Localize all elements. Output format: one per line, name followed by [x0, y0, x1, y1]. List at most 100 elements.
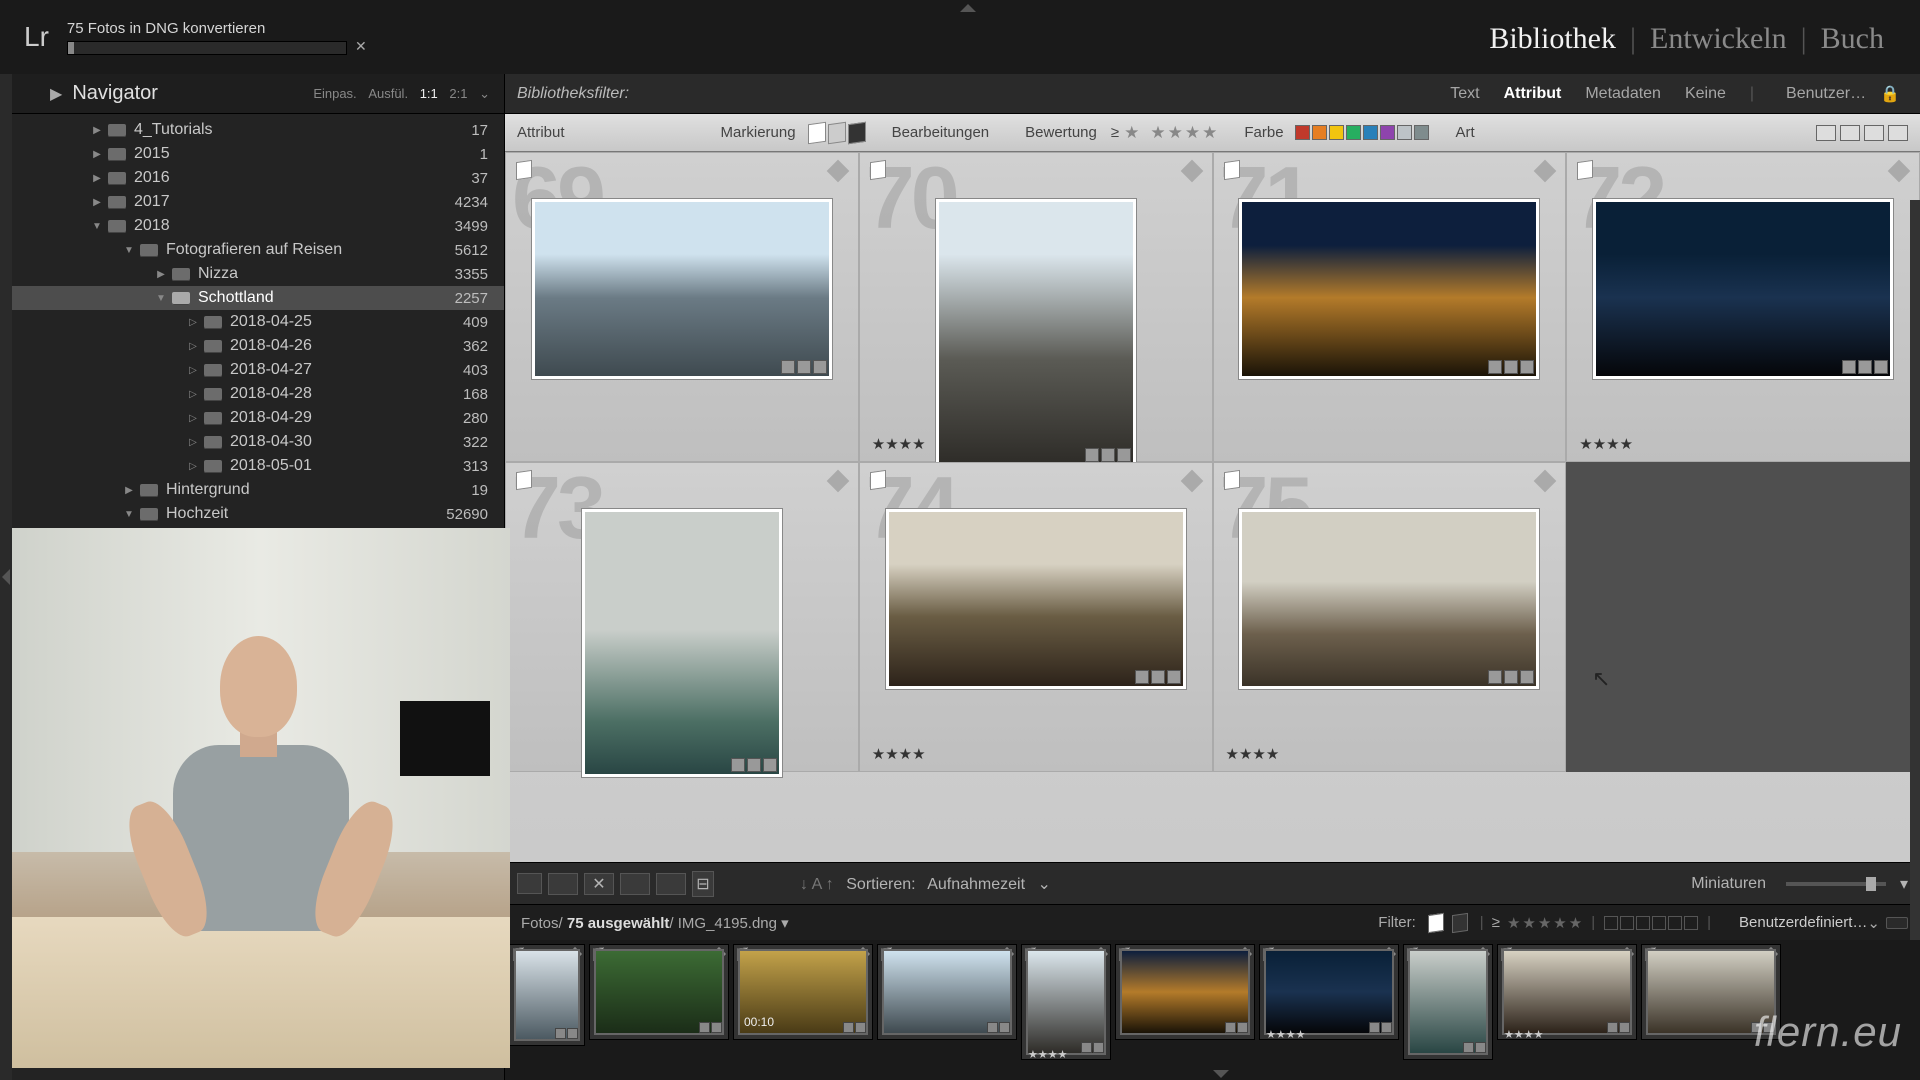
flag-icon[interactable]: [516, 470, 532, 490]
disclosure-icon[interactable]: ▶: [90, 125, 104, 136]
filmstrip-thumb[interactable]: [877, 944, 1017, 1040]
status-reject-icon[interactable]: [1452, 912, 1468, 932]
module-book[interactable]: Buch: [1807, 22, 1898, 56]
filmstrip-thumb[interactable]: 00:10: [733, 944, 873, 1040]
badge-icon[interactable]: [1504, 670, 1518, 684]
badge-icon[interactable]: [797, 360, 811, 374]
flag-icon[interactable]: [870, 160, 886, 180]
badge-icon[interactable]: [731, 758, 745, 772]
folder-2018-04-30[interactable]: ▷ 2018-04-30 322: [0, 430, 504, 454]
folder-hochzeit[interactable]: ▼ Hochzeit 52690: [0, 502, 504, 526]
panel-collapse-bottom-icon[interactable]: [1213, 1070, 1229, 1078]
folder-2015[interactable]: ▶ 2015 1: [0, 142, 504, 166]
diamond-icon[interactable]: [1180, 470, 1203, 493]
view-compare-icon[interactable]: ✕: [584, 873, 614, 895]
folder-2016[interactable]: ▶ 2016 37: [0, 166, 504, 190]
import-cancel-icon[interactable]: ✕: [355, 38, 369, 55]
view-grid-icon[interactable]: [517, 873, 542, 894]
filter-tab-none[interactable]: Keine: [1685, 85, 1726, 103]
mode-btn-4[interactable]: [1888, 125, 1908, 141]
thumbs-size-slider[interactable]: [1786, 882, 1886, 886]
thumbnail-grid[interactable]: 69 70 ★★★★71 72 ★★★★73 74: [505, 152, 1920, 862]
folder-2017[interactable]: ▶ 2017 4234: [0, 190, 504, 214]
color-chip[interactable]: [1295, 125, 1310, 140]
toolbar-chevron-icon[interactable]: ▾: [1900, 874, 1908, 894]
sort-chevron-icon[interactable]: ⌄: [1037, 876, 1050, 893]
mode-btn-3[interactable]: [1864, 125, 1884, 141]
status-path[interactable]: Fotos/ 75 ausgewählt/ IMG_4195.dng ▾: [521, 914, 789, 932]
filter-tab-metadata[interactable]: Metadaten: [1585, 85, 1661, 103]
badge-icon[interactable]: [813, 360, 827, 374]
diamond-icon[interactable]: [1534, 160, 1557, 183]
badge-icon[interactable]: [1520, 670, 1534, 684]
status-flag-icon[interactable]: [1428, 912, 1444, 932]
color-chip[interactable]: [1414, 125, 1429, 140]
badge-icon[interactable]: [1488, 670, 1502, 684]
thumbnail[interactable]: [936, 199, 1136, 467]
rating-star[interactable]: ★: [1185, 123, 1200, 143]
flag-icon[interactable]: [1224, 470, 1240, 490]
badge-icon[interactable]: [1842, 360, 1856, 374]
thumbnail[interactable]: [582, 509, 782, 777]
filmstrip-thumb[interactable]: [509, 944, 585, 1046]
module-develop[interactable]: Entwickeln: [1636, 22, 1801, 56]
disclosure-icon[interactable]: ▷: [186, 317, 200, 328]
filter-tab-text[interactable]: Text: [1450, 85, 1479, 103]
thumbnail[interactable]: [1408, 949, 1488, 1055]
folder-2018[interactable]: ▼ 2018 3499: [0, 214, 504, 238]
badge-icon[interactable]: [1101, 448, 1115, 462]
color-chip[interactable]: [1397, 125, 1412, 140]
folder-hintergrund[interactable]: ▶ Hintergrund 19: [0, 478, 504, 502]
disclosure-icon[interactable]: ▼: [122, 509, 136, 520]
disclosure-icon[interactable]: ▼: [90, 221, 104, 232]
diamond-icon[interactable]: [1534, 470, 1557, 493]
diamond-icon[interactable]: [1180, 160, 1203, 183]
sort-value[interactable]: Aufnahmezeit: [927, 876, 1025, 893]
filter-tab-attribute[interactable]: Attribut: [1504, 85, 1562, 103]
grid-cell-73[interactable]: 73: [505, 462, 859, 772]
flag-icon[interactable]: [1577, 160, 1593, 180]
filmstrip-thumb[interactable]: [589, 944, 729, 1040]
disclosure-icon[interactable]: ▷: [186, 341, 200, 352]
cell-rating[interactable]: ★★★★: [1226, 745, 1280, 763]
grid-cell-70[interactable]: 70 ★★★★: [859, 152, 1213, 462]
color-chip[interactable]: [1329, 125, 1344, 140]
grid-cell-69[interactable]: 69: [505, 152, 859, 462]
badge-icon[interactable]: [781, 360, 795, 374]
grid-cell-74[interactable]: 74 ★★★★: [859, 462, 1213, 772]
rating-op-icon[interactable]: ≥: [1111, 124, 1119, 141]
module-library[interactable]: Bibliothek: [1475, 22, 1630, 56]
filmstrip-thumb[interactable]: ★★★★: [1021, 944, 1111, 1060]
status-chip[interactable]: [1604, 916, 1618, 930]
disclosure-icon[interactable]: ▷: [186, 389, 200, 400]
disclosure-icon[interactable]: ▶: [154, 269, 168, 280]
badge-icon[interactable]: [1504, 360, 1518, 374]
grid-cell-72[interactable]: 72 ★★★★: [1566, 152, 1920, 462]
color-chip[interactable]: [1380, 125, 1395, 140]
badge-icon[interactable]: [1085, 448, 1099, 462]
flag-reject-icon[interactable]: [848, 121, 866, 144]
rating-star[interactable]: ★: [1150, 123, 1165, 143]
disclosure-icon[interactable]: ▷: [186, 437, 200, 448]
status-preset[interactable]: Benutzerdefiniert…: [1739, 914, 1867, 931]
view-survey-icon[interactable]: [620, 873, 650, 895]
disclosure-icon[interactable]: ▷: [186, 365, 200, 376]
disclosure-icon[interactable]: ▶: [90, 197, 104, 208]
badge-icon[interactable]: [1858, 360, 1872, 374]
grid-cell-71[interactable]: 71: [1213, 152, 1567, 462]
diamond-icon[interactable]: [826, 470, 849, 493]
folder-2018-04-25[interactable]: ▷ 2018-04-25 409: [0, 310, 504, 334]
badge-icon[interactable]: [747, 758, 761, 772]
view-loupe-icon[interactable]: [548, 873, 578, 895]
disclosure-icon[interactable]: ▷: [186, 461, 200, 472]
rating-star[interactable]: ★: [1202, 123, 1217, 143]
folder-2018-04-29[interactable]: ▷ 2018-04-29 280: [0, 406, 504, 430]
mode-btn-1[interactable]: [1816, 125, 1836, 141]
rating-star[interactable]: ★: [1124, 123, 1139, 143]
navigator-zoom[interactable]: Einpas. Ausfül. 1:1 2:1 ⌄: [309, 86, 494, 102]
flag-icon[interactable]: [1224, 160, 1240, 180]
badge-icon[interactable]: [1488, 360, 1502, 374]
badge-icon[interactable]: [1117, 448, 1131, 462]
folder-fotografieren-auf-reisen[interactable]: ▼ Fotografieren auf Reisen 5612: [0, 238, 504, 262]
folder-nizza[interactable]: ▶ Nizza 3355: [0, 262, 504, 286]
